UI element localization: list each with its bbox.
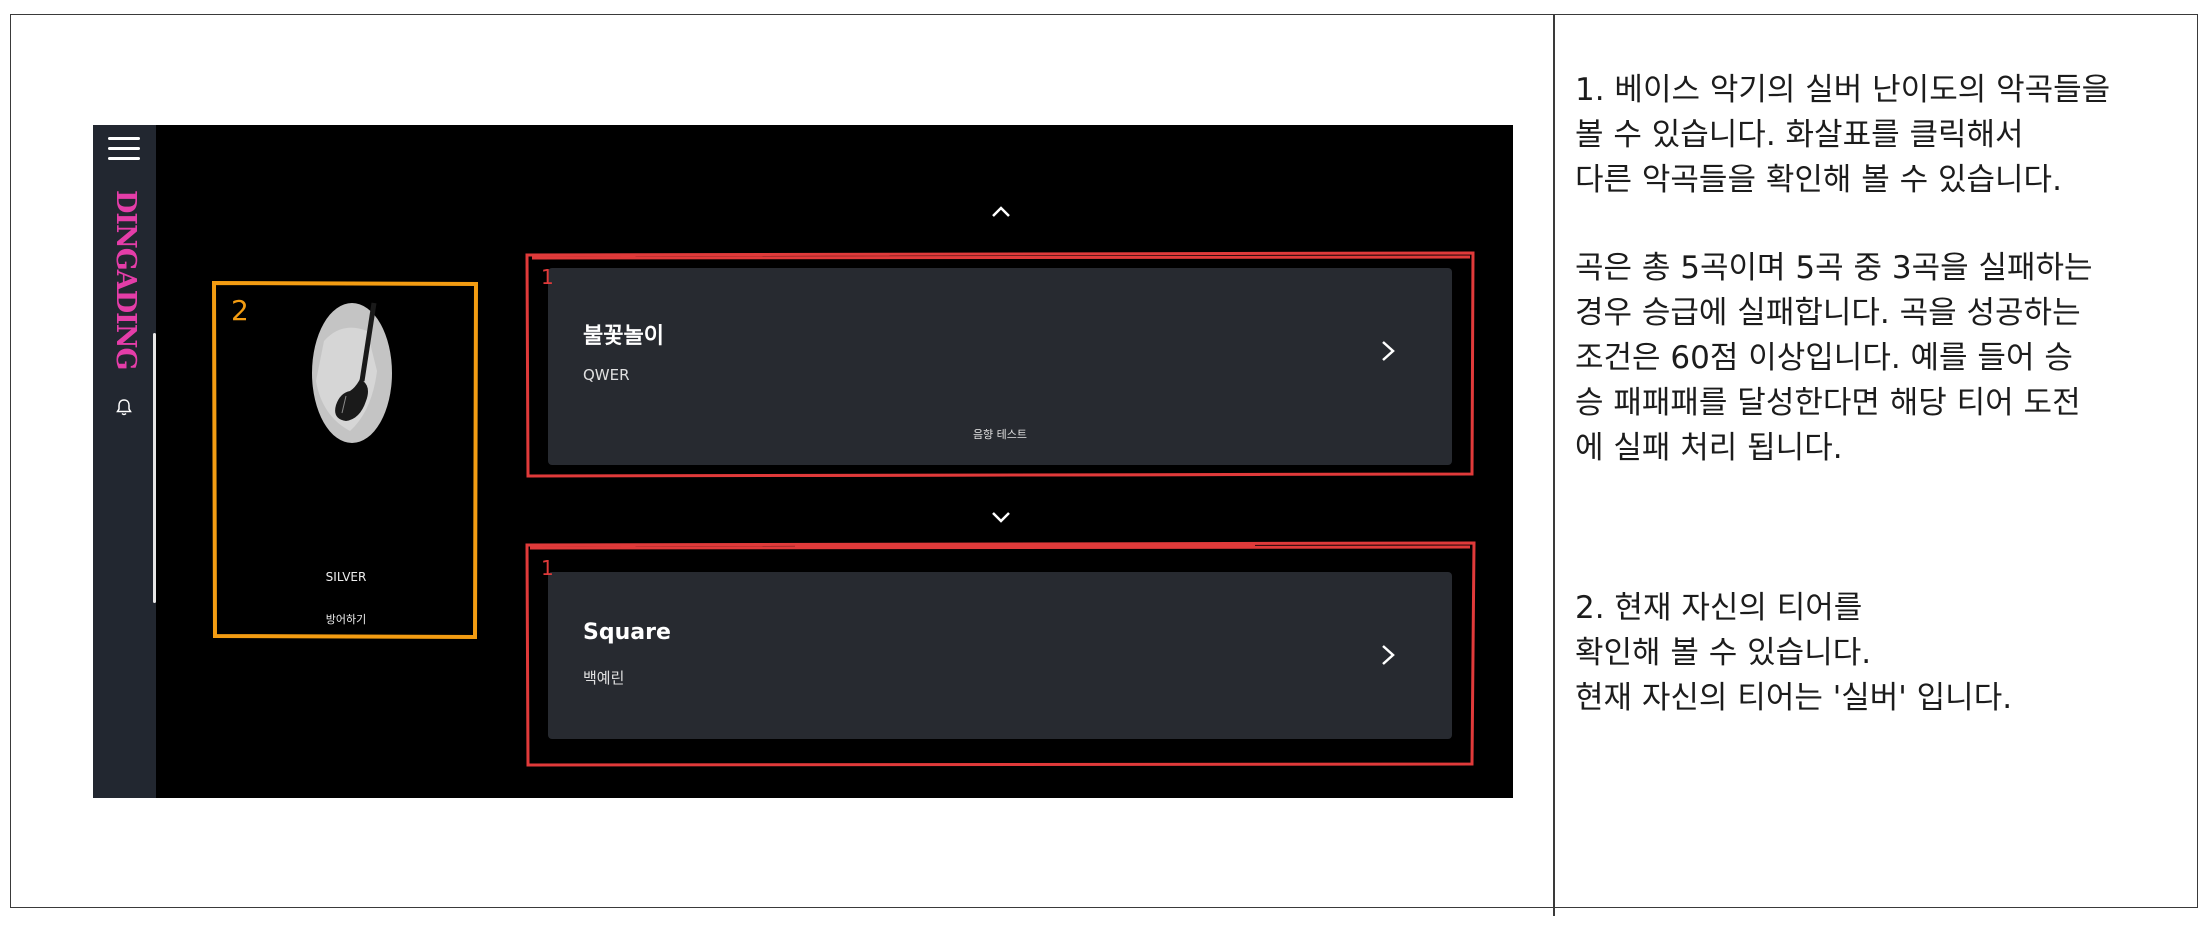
note-line: 볼 수 있습니다. 화살표를 클릭해서 <box>1575 117 2024 153</box>
note-line: 에 실패 처리 됩니다. <box>1575 430 1843 466</box>
note-line: 승 패패패를 달성한다면 해당 티어 도전 <box>1575 385 2081 421</box>
note-promotion-rule: 곡은 총 5곡이며 5곡 중 3곡을 실패하는 경우 승급에 실패합니다. 곡을… <box>1575 246 2093 471</box>
bass-guitar-icon <box>312 302 392 443</box>
sidebar: DINGADING <box>93 125 156 798</box>
sound-test-button[interactable]: 음향 테스트 <box>548 426 1452 442</box>
chevron-down-icon[interactable] <box>987 505 1015 529</box>
song-card[interactable]: 불꽃놀이 QWER 음향 테스트 <box>548 268 1452 465</box>
song-artist: QWER <box>583 366 630 384</box>
scrollbar-thumb[interactable] <box>153 333 156 603</box>
annotation-marker: 1 <box>541 265 554 289</box>
app-logo[interactable]: DINGADING <box>107 190 143 380</box>
chevron-up-icon[interactable] <box>987 200 1015 224</box>
annotation-marker: 1 <box>541 556 554 580</box>
tier-name: SILVER <box>325 570 367 584</box>
song-artist: 백예린 <box>583 669 625 687</box>
tier-panel: SILVER 방어하기 <box>214 283 478 638</box>
note-tier: 2. 현재 자신의 티어를 확인해 볼 수 있습니다. 현재 자신의 티어는 '… <box>1575 586 2012 721</box>
note-line: 현재 자신의 티어는 '실버' 입니다. <box>1575 680 2013 716</box>
column-divider <box>1553 14 1555 916</box>
annotation-marker: 2 <box>231 294 249 327</box>
note-line: 조건은 60점 이상입니다. 예를 들어 승 <box>1575 340 2073 376</box>
song-card[interactable]: Square 백예린 <box>548 572 1452 739</box>
note-line: 경우 승급에 실패합니다. 곡을 성공하는 <box>1575 295 2081 331</box>
note-line: 확인해 볼 수 있습니다. <box>1575 635 1872 671</box>
song-title: 불꽃놀이 <box>583 324 664 349</box>
defend-button[interactable]: 방어하기 <box>214 611 478 627</box>
chevron-right-icon[interactable] <box>1379 640 1397 670</box>
note-line: 곡은 총 5곡이며 5곡 중 3곡을 실패하는 <box>1575 250 2093 286</box>
note-song-list: 1. 베이스 악기의 실버 난이도의 악곡들을 볼 수 있습니다. 화살표를 클… <box>1575 68 2110 203</box>
note-line: 1. 베이스 악기의 실버 난이도의 악곡들을 <box>1575 72 2111 108</box>
bell-icon[interactable] <box>115 397 133 417</box>
note-line: 다른 악곡들을 확인해 볼 수 있습니다. <box>1575 162 2062 198</box>
hamburger-menu-icon[interactable] <box>108 137 140 161</box>
song-title: Square <box>583 620 671 645</box>
note-line: 2. 현재 자신의 티어를 <box>1575 590 1863 626</box>
chevron-right-icon[interactable] <box>1379 336 1397 366</box>
app-screenshot: DINGADING SILVER 방어하기 불꽃놀이 QWER 음향 테스트 S <box>93 125 1513 798</box>
